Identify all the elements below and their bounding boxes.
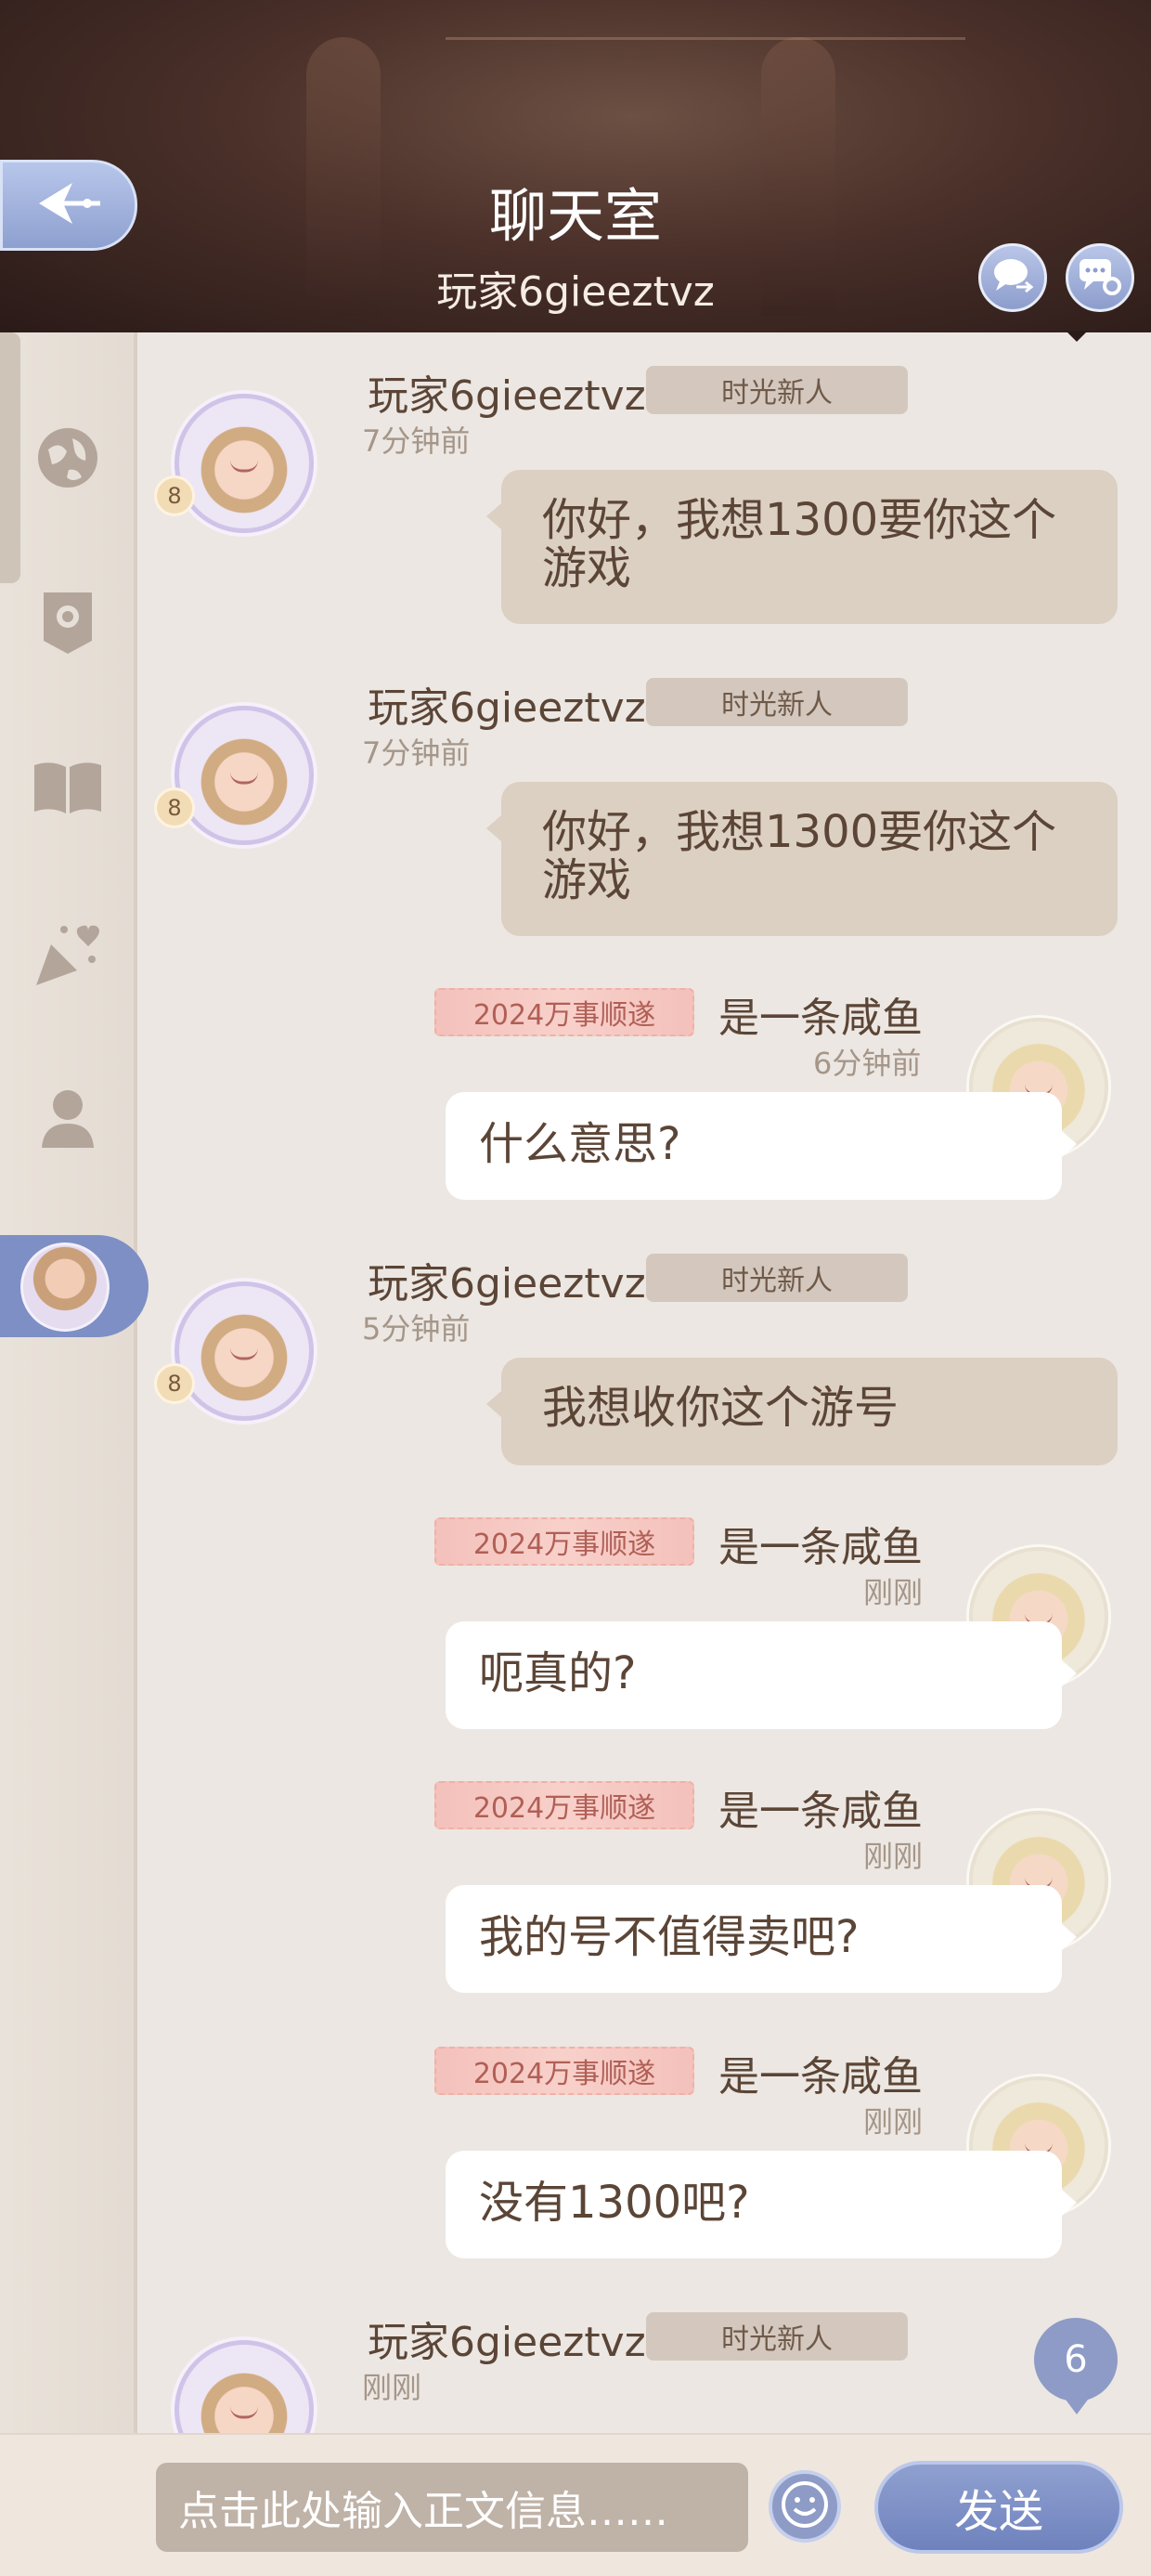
chat-settings-icon [1077, 254, 1123, 301]
message-bubble[interactable]: 我的号不值得卖吧? [446, 1885, 1077, 1993]
sender-name: 是一条咸鱼 [718, 1788, 923, 1835]
other-avatar[interactable] [175, 1281, 314, 1421]
smiley-icon [780, 2479, 830, 2533]
message-time: 7分钟前 [362, 735, 471, 771]
unread-count-badge[interactable]: 6 [1034, 2318, 1118, 2414]
globe-icon [35, 425, 100, 494]
sidebar-item-friend[interactable] [26, 1079, 110, 1163]
title-tag: 时光新人 [646, 2312, 908, 2361]
message-time: 5分钟前 [362, 1311, 471, 1347]
level-badge: 8 [154, 1363, 195, 1404]
message-input[interactable]: 点击此处输入正文信息…… [156, 2463, 748, 2552]
book-icon [31, 760, 105, 821]
sender-name: 玩家6gieeztvz [368, 684, 646, 732]
sender-name: 玩家6gieeztvz [368, 372, 646, 420]
page-title: 聊天室 [488, 182, 662, 250]
sidebar-item-world[interactable] [26, 418, 110, 501]
chat-partner-name: 玩家6gieeztvz [436, 268, 715, 316]
sender-name: 是一条咸鱼 [718, 2053, 923, 2101]
chat-switch-button[interactable] [978, 243, 1047, 312]
party-popper-icon [31, 917, 105, 995]
emoji-button[interactable] [769, 2470, 841, 2543]
other-avatar[interactable] [175, 394, 314, 533]
rose-banner-icon [38, 589, 97, 661]
sidebar-item-guild[interactable] [26, 583, 110, 667]
chat-message-list[interactable]: 8 玩家6gieeztvz 时光新人 7分钟前 你好，我想1300要你这个游戏 … [137, 332, 1151, 2433]
message-time: 7分钟前 [362, 423, 471, 459]
sidebar-item-celebrate[interactable] [26, 914, 110, 997]
chat-switch-icon [990, 255, 1035, 300]
message-time: 刚刚 [362, 2370, 422, 2405]
sender-name: 是一条咸鱼 [718, 1524, 923, 1571]
message-bubble[interactable]: 我想收你这个游号 [486, 1358, 1118, 1465]
sidebar-item-private-chat[interactable] [0, 1235, 149, 1337]
sender-name: 是一条咸鱼 [718, 995, 923, 1042]
chat-partner-avatar [20, 1242, 110, 1332]
level-badge: 8 [154, 787, 195, 828]
sidebar-item-book[interactable] [26, 748, 110, 832]
title-tag: 时光新人 [646, 678, 908, 726]
title-tag: 2024万事顺遂 [434, 2047, 694, 2095]
title-tag: 2024万事顺遂 [434, 1781, 694, 1829]
sender-name: 玩家6gieeztvz [368, 1260, 646, 1308]
title-tag: 2024万事顺遂 [434, 1517, 694, 1566]
title-tag: 时光新人 [646, 366, 908, 414]
person-icon [38, 1086, 97, 1155]
sidebar-scrollbar[interactable] [0, 332, 20, 583]
chat-settings-button[interactable] [1066, 243, 1134, 312]
message-time: 刚刚 [863, 1839, 924, 1874]
send-button[interactable]: 发送 [874, 2461, 1123, 2554]
other-avatar[interactable] [175, 706, 314, 845]
title-tag: 时光新人 [646, 1254, 908, 1302]
message-bubble[interactable]: 你好，我想1300要你这个游戏 [486, 782, 1118, 936]
message-time: 刚刚 [863, 2104, 924, 2140]
message-bubble[interactable]: 什么意思? [446, 1092, 1077, 1200]
title-tag: 2024万事顺遂 [434, 988, 694, 1036]
message-bubble[interactable]: 没有1300吧? [446, 2151, 1077, 2258]
message-bubble[interactable]: 你好，我想1300要你这个游戏 [486, 470, 1118, 624]
message-time: 6分钟前 [813, 1046, 922, 1081]
sender-name: 玩家6gieeztvz [368, 2319, 646, 2366]
message-time: 刚刚 [863, 1575, 924, 1610]
other-avatar[interactable] [175, 2340, 314, 2433]
background-arch [446, 37, 965, 151]
level-badge: 8 [154, 475, 195, 516]
message-bubble[interactable]: 呃真的? [446, 1621, 1077, 1729]
